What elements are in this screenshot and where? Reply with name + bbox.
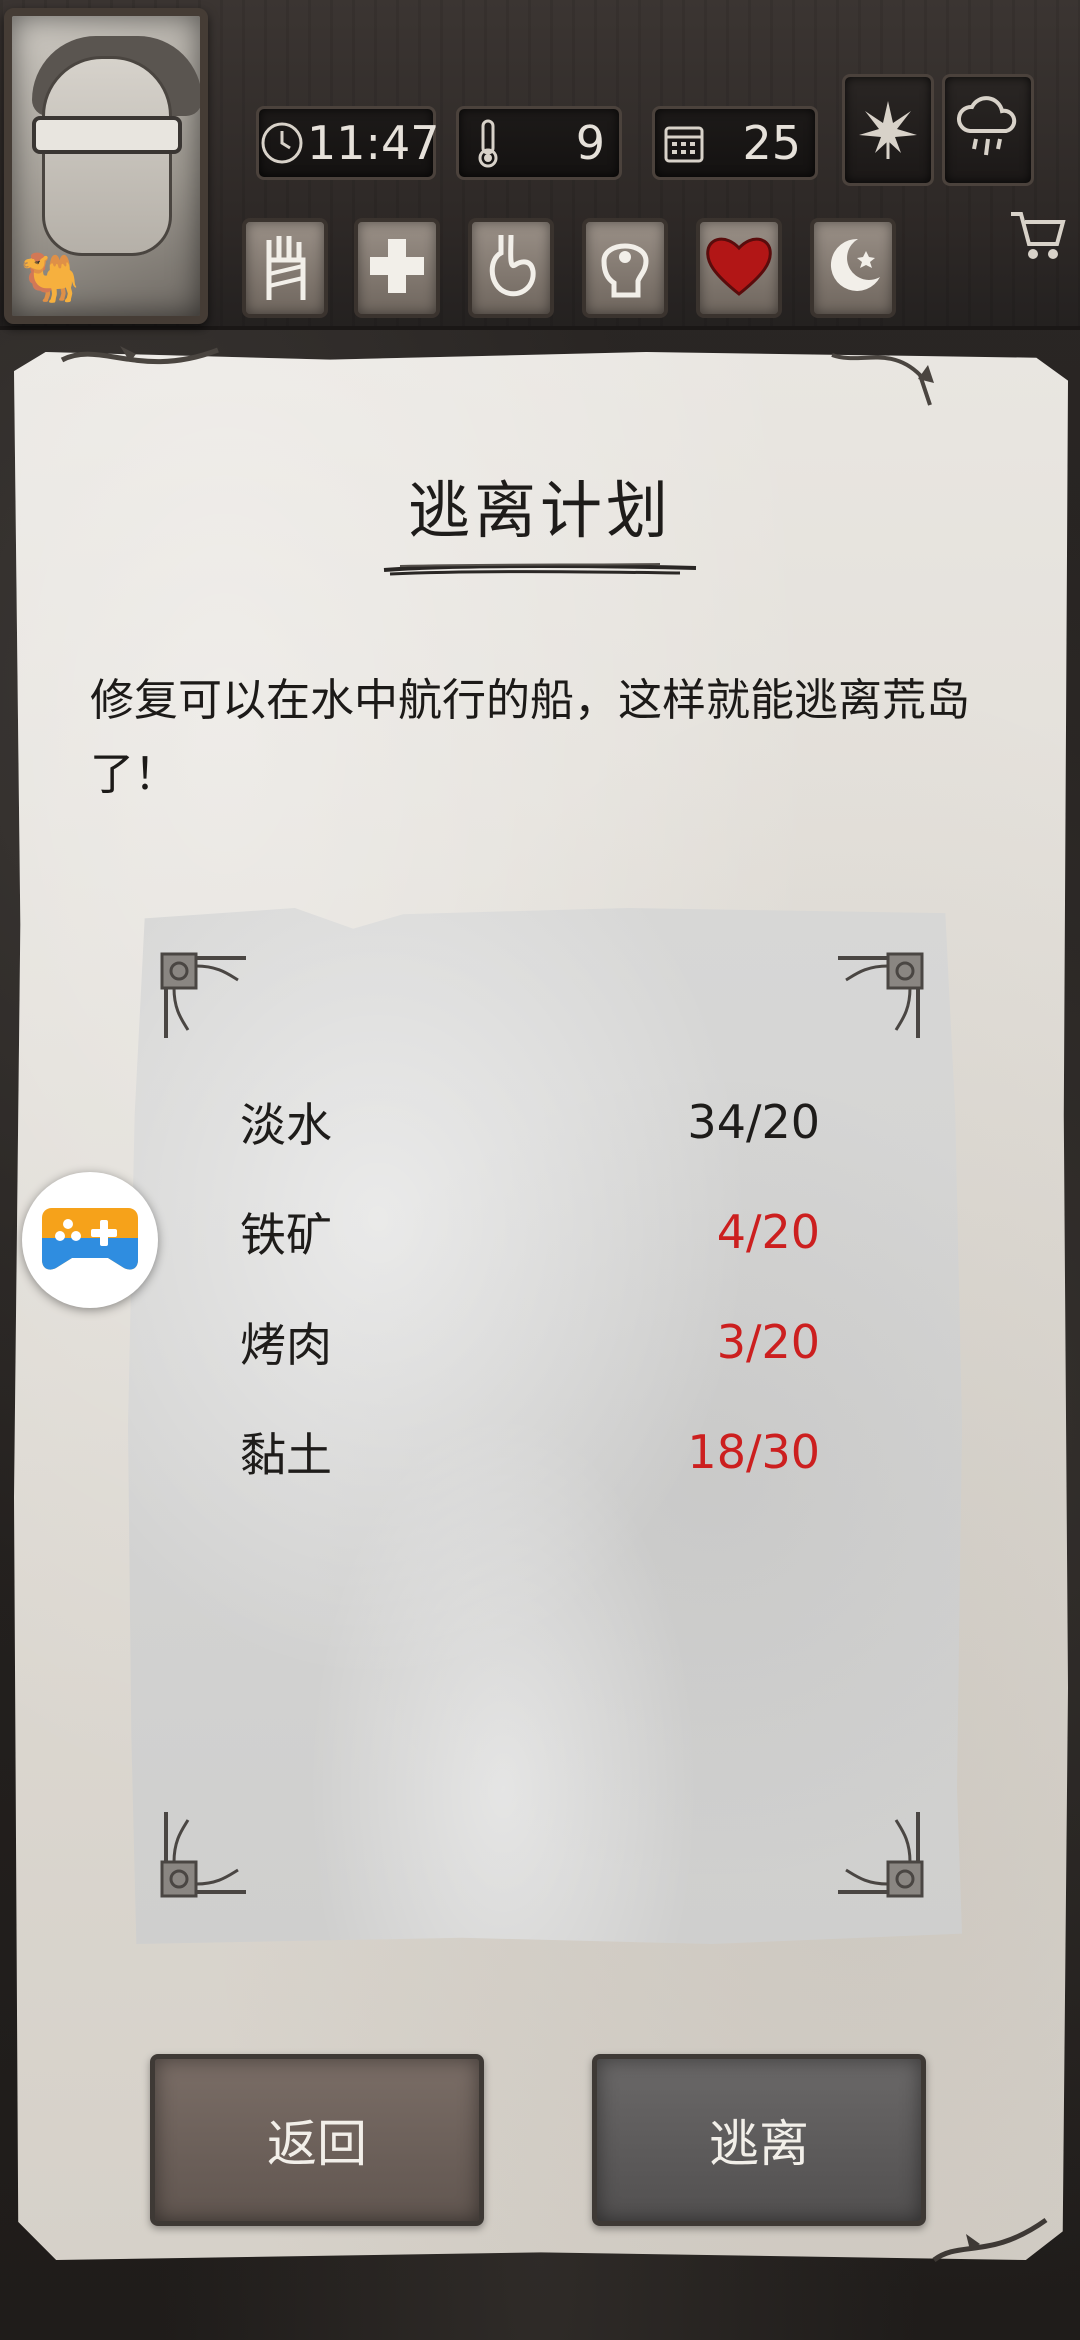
corner-ornament-bottom-left <box>160 1812 246 1898</box>
dialog-description: 修复可以在水中航行的船，这样就能逃离荒岛了！ <box>90 675 970 800</box>
sleep-status-button[interactable] <box>810 218 896 318</box>
thermometer-icon <box>459 114 517 172</box>
mind-status-button[interactable] <box>582 218 668 318</box>
health-cross-icon <box>366 235 428 301</box>
requirement-quantity: 34/20 <box>687 1095 820 1149</box>
requirement-row-roast-meat: 烤肉 3/20 <box>240 1302 820 1382</box>
temperature-value: 9 <box>575 116 605 170</box>
season-indicator[interactable] <box>842 74 934 186</box>
shop-cart-button[interactable] <box>1006 206 1068 270</box>
vine-decoration <box>831 353 934 406</box>
requirement-quantity: 3/20 <box>716 1315 820 1369</box>
health-status-button[interactable] <box>354 218 440 318</box>
time-value: 11:47 <box>307 116 440 170</box>
requirement-row-clay: 黏土 18/30 <box>240 1412 820 1492</box>
requirement-name: 烤肉 <box>240 1318 332 1372</box>
top-hud-bar: 🐫 11:47 9 25 <box>0 0 1080 330</box>
corner-ornament-top-right <box>838 952 924 1038</box>
requirement-name: 铁矿 <box>240 1208 332 1262</box>
clock-display: 11:47 <box>256 106 440 180</box>
calendar-icon <box>655 114 713 172</box>
rain-cloud-icon <box>956 93 1020 167</box>
requirement-quantity: 4/20 <box>716 1205 820 1259</box>
corner-ornament-bottom-right <box>838 1812 924 1898</box>
camel-icon: 🐫 <box>20 250 80 306</box>
stomach-icon <box>481 231 541 305</box>
temperature-display: 9 <box>456 106 622 180</box>
moon-sleep-icon <box>820 233 886 303</box>
weather-indicator[interactable] <box>942 74 1034 186</box>
requirement-quantity: 18/30 <box>687 1425 820 1479</box>
player-avatar[interactable]: 🐫 <box>4 8 208 324</box>
day-value: 25 <box>742 116 801 170</box>
shopping-cart-icon <box>1007 206 1067 270</box>
heart-icon <box>704 234 774 302</box>
dialog-title: 逃离计划 <box>407 474 672 547</box>
brain-icon <box>594 231 656 305</box>
back-button[interactable]: 返回 <box>150 2054 484 2226</box>
day-counter: 25 <box>652 106 818 180</box>
bandage-hand-icon <box>257 230 313 306</box>
escape-button[interactable]: 逃离 <box>592 2054 926 2226</box>
vine-decoration <box>60 346 219 365</box>
clock-icon <box>259 114 305 172</box>
mood-status-button[interactable] <box>696 218 782 318</box>
bandage-status-button[interactable] <box>242 218 328 318</box>
requirement-name: 黏土 <box>240 1428 332 1482</box>
requirement-row-iron-ore: 铁矿 4/20 <box>240 1192 820 1272</box>
title-underline <box>383 563 697 576</box>
requirement-name: 淡水 <box>240 1098 332 1152</box>
leaf-icon <box>853 93 923 167</box>
floating-game-button[interactable] <box>22 1172 158 1308</box>
vine-decoration <box>932 2217 1048 2263</box>
corner-ornament-top-left <box>160 952 246 1038</box>
gamepad-icon <box>38 1198 142 1282</box>
requirement-row-fresh-water: 淡水 34/20 <box>240 1082 820 1162</box>
hunger-status-button[interactable] <box>468 218 554 318</box>
